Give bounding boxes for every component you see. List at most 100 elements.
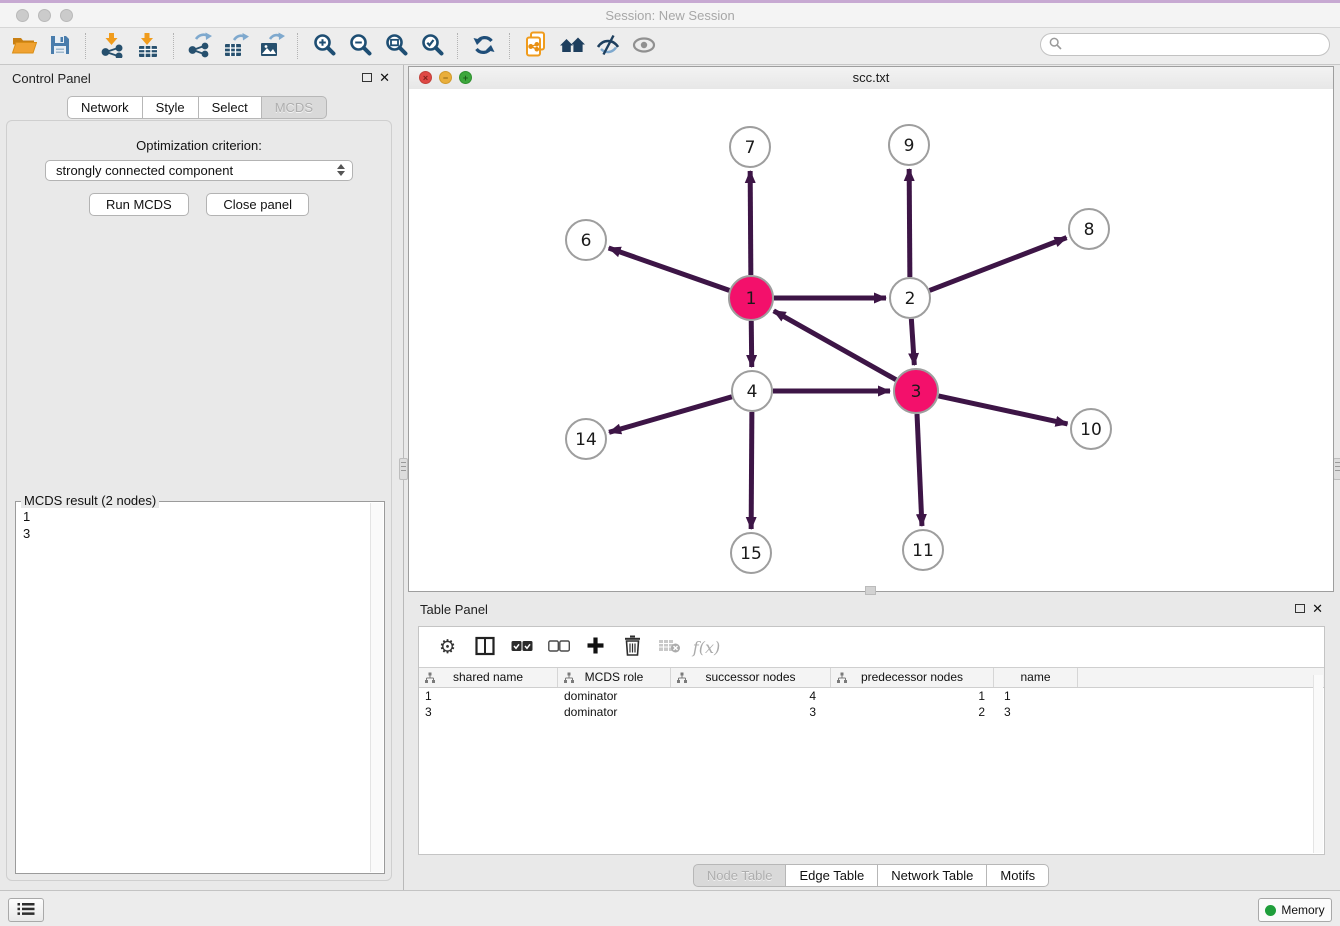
import-network-icon	[99, 32, 125, 61]
plus-icon	[586, 636, 605, 658]
table-header-row: shared name MCDS role successor nodes pr…	[419, 667, 1324, 688]
export-network-button[interactable]	[182, 30, 218, 62]
function-builder-button[interactable]: f(x)	[688, 630, 725, 664]
eye-icon	[631, 32, 657, 61]
memory-label: Memory	[1281, 903, 1324, 917]
tab-select[interactable]: Select	[198, 96, 262, 119]
graph-edge[interactable]	[938, 396, 1067, 424]
hide-graphics-button[interactable]	[590, 30, 626, 62]
splitter-grip[interactable]	[1333, 458, 1340, 480]
run-mcds-button[interactable]: Run MCDS	[89, 193, 189, 216]
tab-style[interactable]: Style	[142, 96, 199, 119]
graph-edge[interactable]	[774, 311, 896, 380]
close-panel-icon[interactable]: ✕	[379, 70, 390, 86]
optimization-criterion-label: Optimization criterion:	[7, 138, 391, 153]
graph-edge[interactable]	[750, 171, 751, 275]
column-header-successor-nodes[interactable]: successor nodes	[671, 668, 831, 687]
zoom-fit-icon	[384, 32, 409, 60]
close-panel-button[interactable]: Close panel	[206, 193, 309, 216]
delete-table-button[interactable]	[651, 630, 688, 664]
splitter-grip[interactable]	[399, 458, 408, 480]
search-field[interactable]	[1040, 33, 1330, 56]
criterion-select[interactable]: strongly connected component	[45, 160, 353, 181]
search-input[interactable]	[1067, 37, 1321, 53]
float-panel-icon[interactable]	[1295, 604, 1305, 613]
table-panel-header: Table Panel ✕	[408, 596, 1334, 624]
import-table-icon	[135, 32, 161, 61]
save-session-button[interactable]	[42, 30, 78, 62]
graph-node-label: 2	[905, 289, 916, 309]
graph-node-label: 8	[1084, 220, 1095, 240]
column-header-name[interactable]: name	[994, 668, 1078, 687]
float-panel-icon[interactable]	[362, 73, 372, 82]
tab-mcds[interactable]: MCDS	[261, 96, 327, 119]
table-row[interactable]: 3 dominator 3 2 3	[419, 704, 1324, 720]
import-table-button[interactable]	[130, 30, 166, 62]
show-graphics-button[interactable]	[626, 30, 662, 62]
trash-icon	[623, 635, 642, 659]
network-view-window: × − + scc.txt 7968124314101511	[408, 66, 1334, 592]
tab-edge-table[interactable]: Edge Table	[785, 864, 878, 887]
home-neighbors-button[interactable]	[554, 30, 590, 62]
task-history-button[interactable]	[8, 898, 44, 922]
delete-column-button[interactable]	[614, 630, 651, 664]
network-canvas[interactable]: 7968124314101511	[409, 89, 1333, 591]
zoom-fit-button[interactable]	[378, 30, 414, 62]
export-image-button[interactable]	[254, 30, 290, 62]
column-header-mcds-role[interactable]: MCDS role	[558, 668, 671, 687]
cell-mcds-role: dominator	[558, 688, 671, 704]
result-scrollbar[interactable]	[370, 503, 383, 872]
mcds-result-box[interactable]: MCDS result (2 nodes) 1 3	[15, 501, 385, 874]
zoom-in-icon	[312, 32, 337, 60]
refresh-button[interactable]	[466, 30, 502, 62]
table-settings-button[interactable]: ⚙	[429, 630, 466, 664]
tab-node-table[interactable]: Node Table	[693, 864, 787, 887]
mcds-result-title: MCDS result (2 nodes)	[21, 493, 159, 508]
gear-icon: ⚙	[439, 636, 456, 658]
close-panel-icon[interactable]: ✕	[1312, 601, 1323, 617]
network-graph[interactable]: 7968124314101511	[409, 89, 1333, 591]
window-resize-handle[interactable]	[865, 586, 876, 595]
control-panel: Control Panel ✕ Network Style Select MCD…	[0, 65, 398, 890]
refresh-icon	[471, 32, 497, 61]
select-all-button[interactable]	[503, 630, 540, 664]
graph-edge[interactable]	[751, 412, 752, 529]
export-table-button[interactable]	[218, 30, 254, 62]
graph-edge[interactable]	[609, 397, 732, 433]
checked-boxes-icon	[511, 640, 533, 655]
save-icon	[48, 33, 72, 60]
add-column-button[interactable]	[577, 630, 614, 664]
zoom-in-button[interactable]	[306, 30, 342, 62]
graph-edge[interactable]	[609, 248, 730, 290]
export-table-icon	[223, 32, 249, 61]
toolbar-separator	[173, 33, 175, 59]
cell-successor-nodes: 3	[671, 704, 831, 720]
open-session-button[interactable]	[6, 30, 42, 62]
show-columns-button[interactable]	[466, 630, 503, 664]
duplicate-network-button[interactable]	[518, 30, 554, 62]
tab-network[interactable]: Network	[67, 96, 143, 119]
import-network-button[interactable]	[94, 30, 130, 62]
table-row[interactable]: 1 dominator 4 1 1	[419, 688, 1324, 704]
network-window-titlebar: × − + scc.txt	[409, 67, 1333, 90]
branch-icon	[836, 671, 848, 690]
column-header-shared-name[interactable]: shared name	[419, 668, 558, 687]
graph-edge[interactable]	[930, 238, 1067, 291]
zoom-selected-button[interactable]	[414, 30, 450, 62]
zoom-out-button[interactable]	[342, 30, 378, 62]
graph-edge[interactable]	[909, 169, 910, 277]
memory-button[interactable]: Memory	[1258, 898, 1332, 922]
table-scrollbar[interactable]	[1313, 675, 1323, 853]
control-panel-header: Control Panel ✕	[0, 65, 398, 93]
graph-edge[interactable]	[911, 319, 914, 365]
graph-node-label: 11	[912, 541, 934, 561]
tab-network-table[interactable]: Network Table	[877, 864, 987, 887]
graph-node-label: 14	[575, 430, 597, 450]
graph-edge[interactable]	[917, 414, 922, 526]
columns-icon	[474, 635, 496, 660]
tab-motifs[interactable]: Motifs	[986, 864, 1049, 887]
deselect-all-button[interactable]	[540, 630, 577, 664]
toolbar-separator	[457, 33, 459, 59]
column-header-predecessor-nodes[interactable]: predecessor nodes	[831, 668, 994, 687]
network-window-title: scc.txt	[409, 70, 1333, 85]
